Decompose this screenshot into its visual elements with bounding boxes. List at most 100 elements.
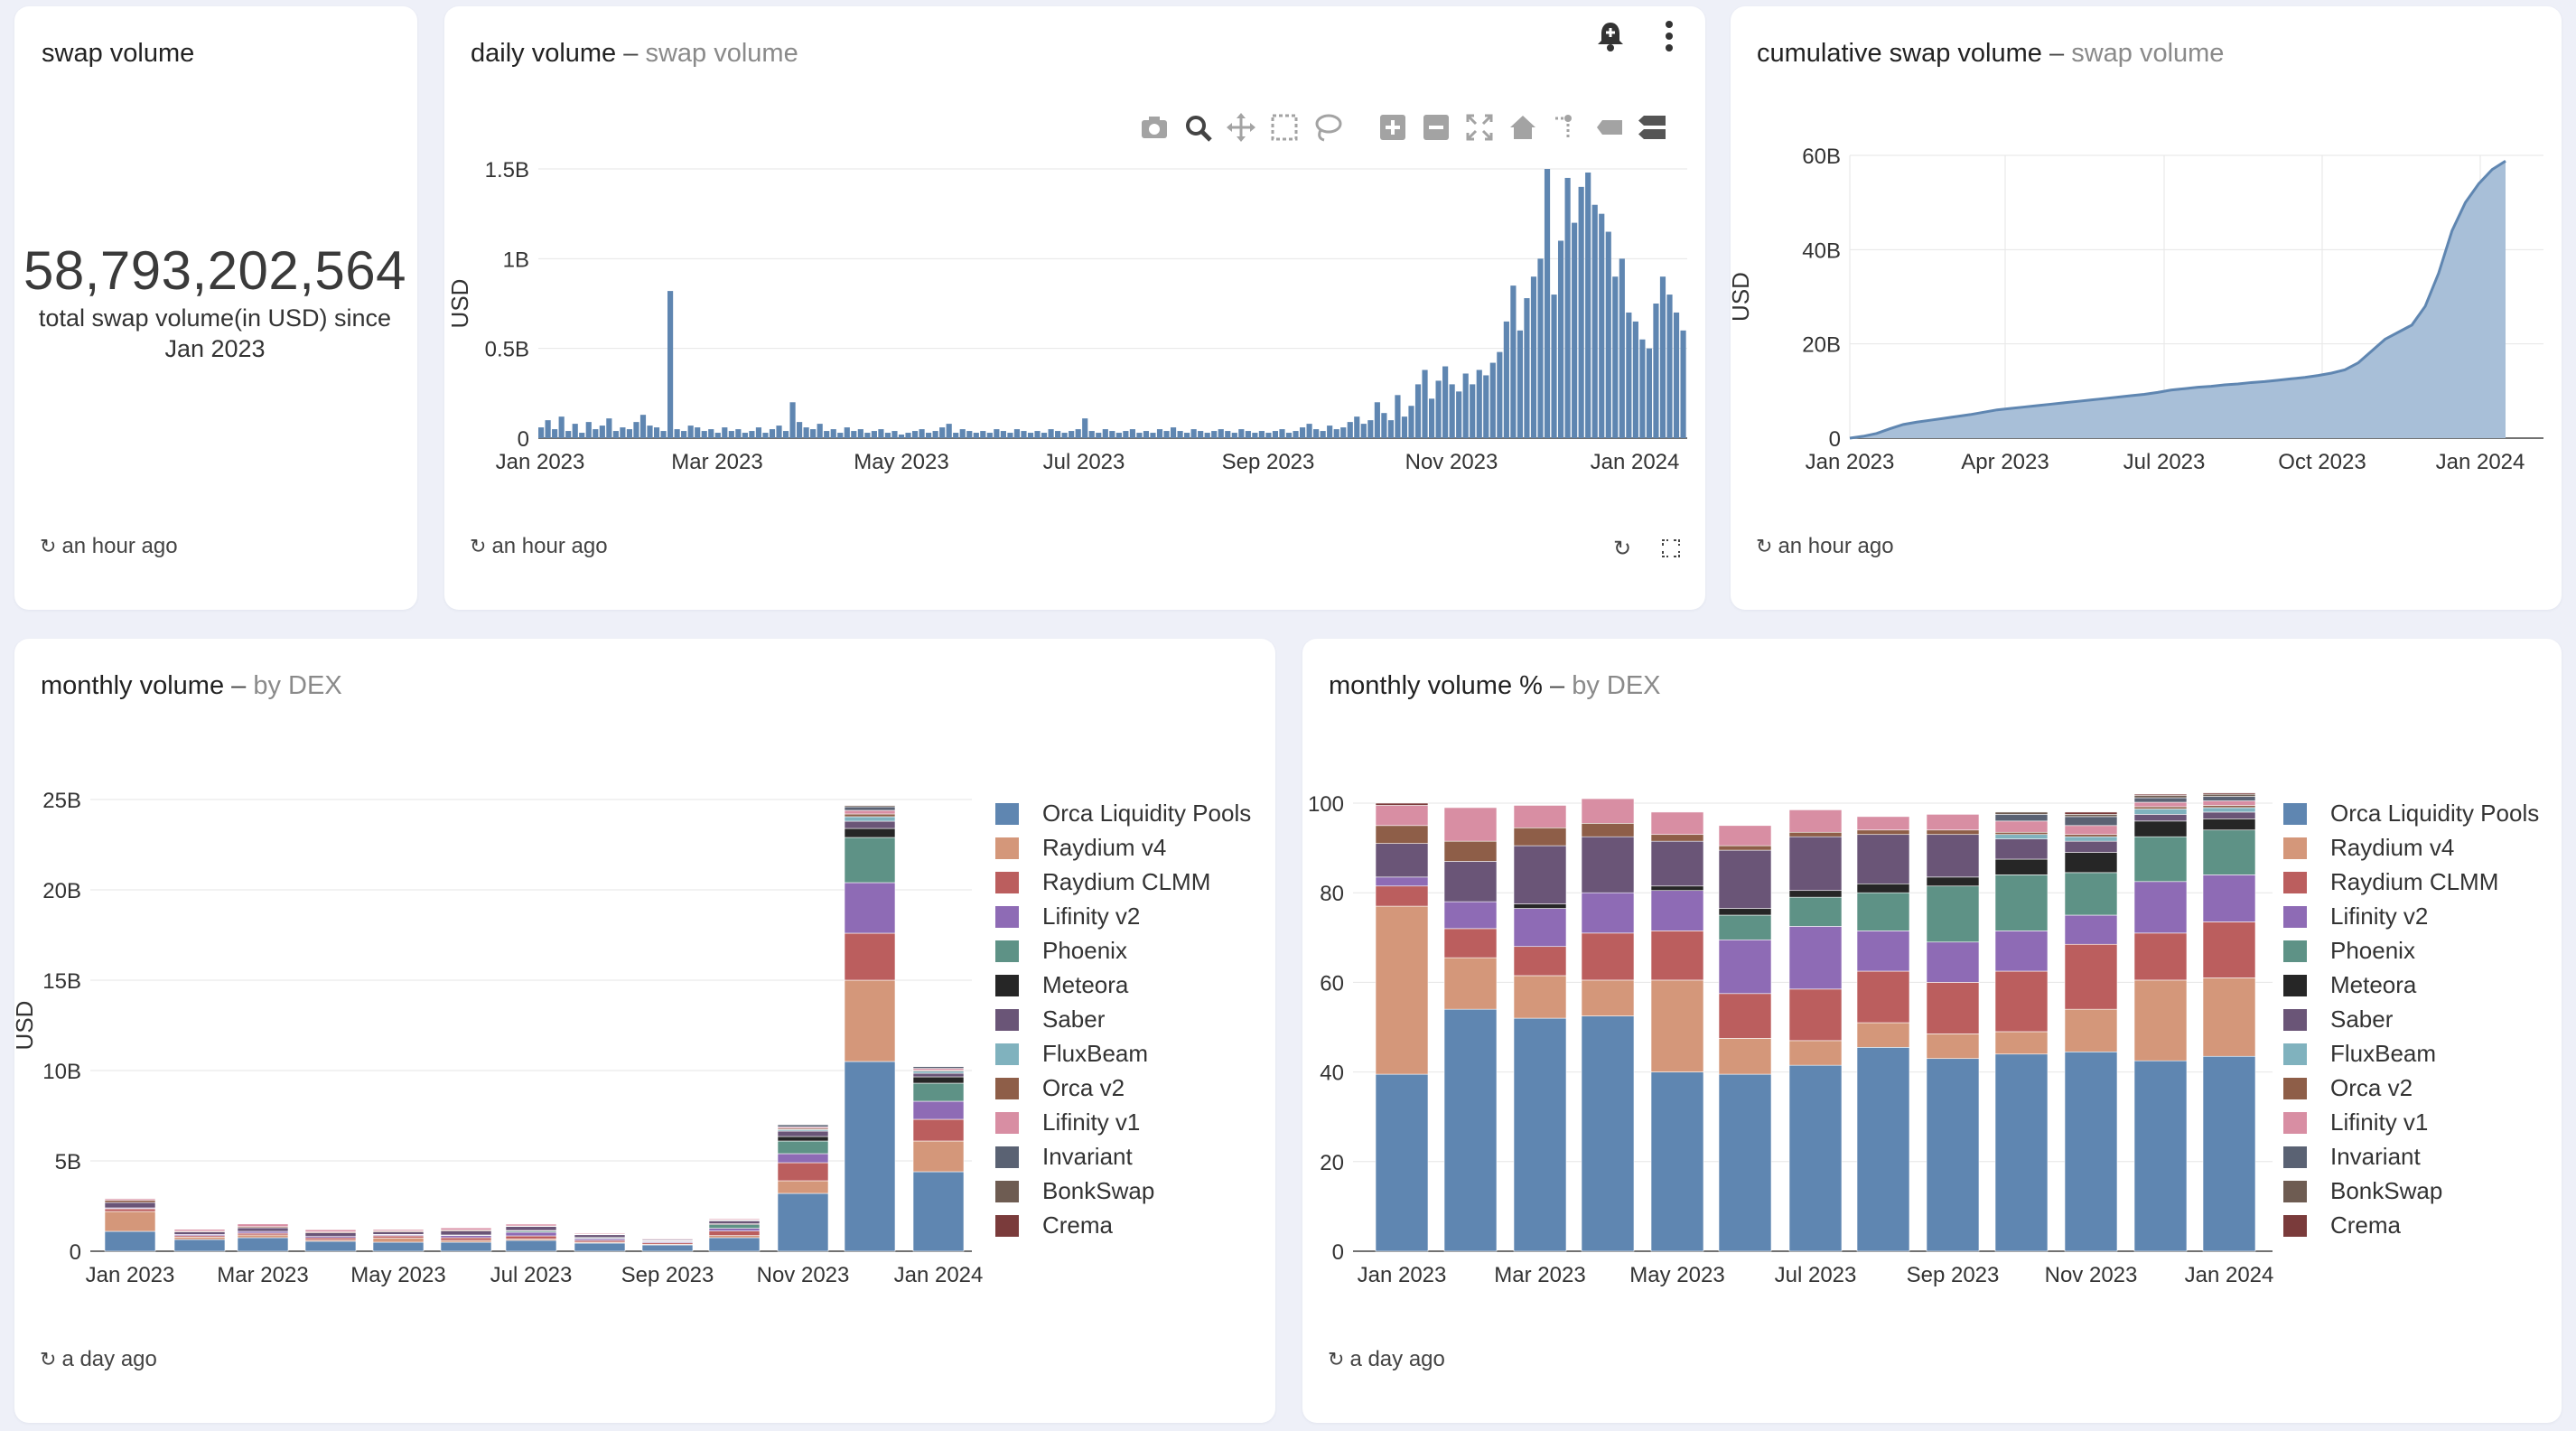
- bar-segment: [2133, 881, 2188, 934]
- daily-bar: [986, 433, 993, 438]
- daily-bar: [749, 431, 755, 438]
- bar-segment: [1994, 820, 2049, 833]
- x-tick-label: Mar 2023: [1494, 1263, 1585, 1287]
- daily-bar: [1557, 240, 1564, 438]
- legend-label: Phoenix: [2330, 937, 2415, 964]
- bar-segment: [777, 1192, 829, 1252]
- bar-segment: [1718, 908, 1772, 916]
- bar-segment: [1513, 845, 1567, 904]
- daily-bar: [1497, 351, 1503, 438]
- y-tick-label: 0: [70, 1240, 81, 1265]
- bar-segment: [1718, 993, 1772, 1039]
- bar-segment: [1856, 931, 1910, 972]
- bar-segment: [1926, 1034, 1980, 1060]
- bar-segment: [844, 804, 896, 806]
- bar-segment: [440, 1241, 492, 1252]
- daily-bar: [1279, 429, 1285, 438]
- x-tick-label: Sep 2023: [1907, 1263, 2000, 1287]
- bar-segment: [912, 1100, 965, 1120]
- daily-bar: [1143, 431, 1150, 438]
- bar-segment: [1375, 905, 1429, 1075]
- daily-bar: [1599, 213, 1605, 438]
- daily-bar: [701, 431, 707, 438]
- legend-label: Raydium v4: [2330, 834, 2454, 861]
- daily-bar: [919, 429, 925, 438]
- bar-segment: [1788, 809, 1843, 833]
- bar-segment: [1581, 836, 1635, 893]
- daily-bar: [606, 418, 612, 438]
- y-tick-label: 0: [1829, 427, 1841, 452]
- bar-segment: [1994, 874, 2049, 931]
- legend-label: BonkSwap: [2330, 1177, 2442, 1204]
- daily-bar: [1381, 413, 1387, 438]
- legend-swatch: [2283, 906, 2307, 928]
- y-tick-label: 0: [518, 427, 529, 452]
- bar-segment: [505, 1235, 557, 1239]
- daily-refresh[interactable]: ↻ an hour ago: [470, 534, 608, 559]
- bar-segment: [912, 1068, 965, 1071]
- daily-bar: [667, 291, 674, 438]
- monthly-pct-refresh[interactable]: ↻ a day ago: [1328, 1347, 1445, 1372]
- bar-segment: [844, 820, 896, 829]
- bar-segment: [1443, 928, 1498, 959]
- daily-bar: [1211, 431, 1218, 438]
- monthly-refresh[interactable]: ↻ a day ago: [40, 1347, 157, 1372]
- cumulative-updated-time: an hour ago: [1778, 534, 1894, 558]
- daily-bar: [722, 427, 728, 438]
- bar-segment: [505, 1223, 557, 1227]
- bar-segment: [1650, 811, 1704, 836]
- daily-bar: [1530, 276, 1537, 438]
- bar-segment: [505, 1226, 557, 1231]
- daily-bar: [1088, 431, 1095, 438]
- bar-segment: [1994, 834, 2049, 839]
- daily-bar: [1258, 431, 1265, 438]
- bar-segment: [505, 1231, 557, 1237]
- legend-swatch: [995, 1112, 1019, 1134]
- daily-bar: [1306, 424, 1312, 438]
- bar-segment: [1856, 1047, 1910, 1252]
- daily-bar: [1041, 433, 1048, 438]
- bar-segment: [1788, 836, 1843, 892]
- reload-icon[interactable]: ↻: [1613, 536, 1631, 562]
- x-tick-label: Nov 2023: [1405, 450, 1498, 474]
- daily-bar: [1456, 391, 1462, 438]
- bar-segment: [1788, 988, 1843, 1042]
- daily-bar: [1605, 231, 1611, 438]
- x-tick-label: Jan 2024: [894, 1263, 984, 1287]
- cumulative-volume-card: cumulative swap volume – swap volume 0 20…: [1731, 6, 2562, 610]
- daily-bar: [1252, 433, 1258, 438]
- legend-label: Lifinity v2: [1042, 903, 1140, 930]
- bar-segment: [574, 1239, 626, 1243]
- y-tick-label: 25B: [42, 789, 81, 813]
- bar-segment: [1650, 1071, 1704, 1252]
- daily-bar: [1572, 222, 1578, 438]
- daily-bar: [837, 433, 844, 438]
- bar-segment: [1994, 831, 2049, 836]
- daily-volume-chart: 0 0.5B 1B 1.5B USD Jan 2023 Mar 2023 May 2023 Ju…: [446, 158, 1687, 474]
- bar-segment: [1718, 939, 1772, 995]
- bar-segment: [1718, 1038, 1772, 1075]
- daily-bar: [1544, 169, 1551, 438]
- y-tick-label: 20B: [1802, 333, 1841, 358]
- bar-segment: [2133, 806, 2188, 809]
- daily-bar: [1007, 433, 1013, 438]
- daily-bar: [1435, 380, 1442, 438]
- bar-segment: [1443, 1008, 1498, 1252]
- daily-bar: [1476, 369, 1482, 438]
- monthly-updated-time: a day ago: [61, 1347, 157, 1371]
- cumulative-refresh[interactable]: ↻ an hour ago: [1756, 534, 1894, 559]
- daily-bar: [674, 429, 680, 438]
- bar-segment: [2202, 792, 2256, 795]
- bar-segment: [912, 1065, 965, 1067]
- daily-bar: [1489, 362, 1496, 438]
- daily-bar: [558, 416, 565, 438]
- y-tick-label: 80: [1320, 882, 1344, 906]
- kpi-refresh[interactable]: ↻ an hour ago: [40, 534, 178, 559]
- legend-label: Orca v2: [2330, 1074, 2413, 1101]
- fullscreen-icon[interactable]: [1662, 539, 1680, 562]
- legend-label: Phoenix: [1042, 937, 1127, 964]
- x-tick-label: Apr 2023: [1961, 450, 2049, 474]
- bar-segment: [1375, 802, 1429, 806]
- bar-segment: [2064, 1008, 2118, 1052]
- x-tick-label: Jul 2023: [2123, 450, 2206, 474]
